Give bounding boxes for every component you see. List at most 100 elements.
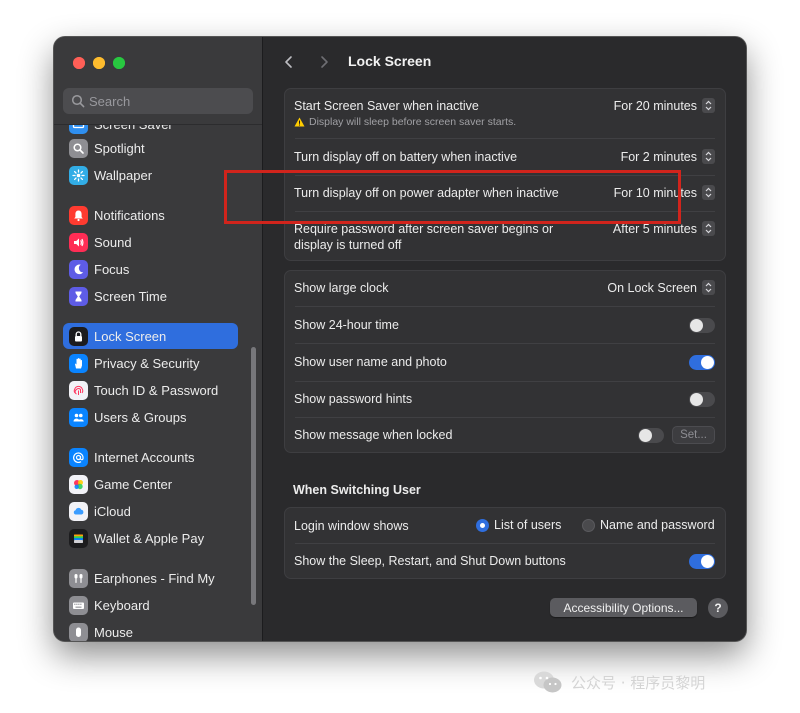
radio-button-selected[interactable]: [476, 518, 489, 532]
power-buttons-label: Show the Sleep, Restart, and Shut Down b…: [294, 554, 566, 568]
sidebar-item-game-center[interactable]: Game Center: [63, 471, 238, 497]
user-photo-row: Show user name and photo: [285, 344, 725, 381]
accessibility-options-button[interactable]: Accessibility Options...: [550, 598, 697, 617]
large-clock-popup[interactable]: On Lock Screen: [607, 280, 715, 295]
adapter-label: Turn display off on power adapter when i…: [294, 186, 559, 200]
user-photo-toggle[interactable]: [689, 355, 715, 370]
screen-saver-label: Start Screen Saver when inactive: [294, 99, 479, 113]
hour24-row: Show 24-hour time: [285, 307, 725, 343]
sidebar-item-label: Lock Screen: [94, 328, 167, 344]
sidebar-item-label: Game Center: [94, 476, 173, 492]
sidebar-list: Screen Saver Spotlight Wallpaper Notific…: [54, 37, 262, 641]
sidebar-item-screen-time[interactable]: Screen Time: [63, 283, 238, 309]
chevron-up-down-icon: [702, 149, 715, 164]
message-toggle[interactable]: [638, 428, 664, 443]
password-value: After 5 minutes: [612, 221, 697, 236]
moon-icon: [69, 259, 88, 279]
hints-toggle[interactable]: [689, 392, 715, 407]
password-label-line1: Require password after screen saver begi…: [294, 222, 554, 236]
sidebar-item-label: Keyboard: [94, 597, 150, 613]
zoom-window-button[interactable]: [113, 57, 125, 69]
wallpaper-icon: [69, 165, 88, 185]
sidebar-item-wallpaper[interactable]: Wallpaper: [63, 162, 238, 188]
hour24-toggle[interactable]: [689, 318, 715, 333]
chevron-up-down-icon: [702, 185, 715, 200]
sidebar-item-focus[interactable]: Focus: [63, 256, 238, 282]
password-row: Require password after screen saver begi…: [285, 212, 725, 261]
spotlight-icon: [69, 138, 88, 158]
sidebar-item-label: Earphones - Find My: [94, 570, 215, 586]
sidebar-item-mouse[interactable]: Mouse: [63, 619, 238, 641]
sidebar-item-label: Spotlight: [94, 140, 145, 156]
screen-saver-popup[interactable]: For 20 minutes: [614, 98, 715, 113]
battery-popup[interactable]: For 2 minutes: [621, 149, 715, 164]
sidebar-item-icloud[interactable]: iCloud: [63, 498, 238, 524]
toggle-knob: [639, 429, 652, 442]
set-message-button[interactable]: Set...: [672, 426, 715, 444]
password-popup[interactable]: After 5 minutes: [613, 221, 715, 236]
watermark: 公众号 · 程序员黎明: [533, 670, 705, 694]
message-label: Show message when locked: [294, 428, 453, 442]
sidebar-item-label: Privacy & Security: [94, 355, 200, 371]
users-icon: [69, 407, 88, 427]
sidebar-item-label: Screen Time: [94, 288, 167, 304]
login-window-label: Login window shows: [294, 519, 409, 533]
fingerprint-icon: [69, 380, 88, 400]
sidebar-item-label: Users & Groups: [94, 409, 187, 425]
watermark-text: 公众号 · 程序员黎明: [571, 673, 706, 692]
sidebar-item-label: Wallpaper: [94, 167, 153, 183]
sidebar-item-internet-accounts[interactable]: Internet Accounts: [63, 444, 238, 470]
sidebar-item-sound[interactable]: Sound: [63, 229, 238, 255]
back-button[interactable]: [278, 51, 300, 73]
sidebar-item-spotlight[interactable]: Spotlight: [63, 135, 238, 161]
settings-window: Screen Saver Spotlight Wallpaper Notific…: [54, 37, 746, 641]
sidebar-item-keyboard[interactable]: Keyboard: [63, 592, 238, 618]
keyboard-icon: [69, 595, 88, 615]
sidebar-item-users-groups[interactable]: Users & Groups: [63, 404, 238, 430]
hour24-label: Show 24-hour time: [294, 318, 399, 332]
sidebar-item-label: iCloud: [94, 503, 131, 519]
wallet-icon: [69, 528, 88, 548]
speaker-icon: [69, 232, 88, 252]
sidebar-item-label: Sound: [94, 234, 132, 250]
search-input[interactable]: [89, 88, 249, 114]
minimize-window-button[interactable]: [93, 57, 105, 69]
sidebar-scrollbar[interactable]: [251, 347, 256, 605]
radio-button[interactable]: [582, 518, 595, 532]
power-buttons-toggle[interactable]: [689, 554, 715, 569]
warning-icon: [294, 117, 305, 127]
radio-list-of-users[interactable]: List of users: [476, 518, 561, 532]
sidebar-item-earphones[interactable]: Earphones - Find My: [63, 565, 238, 591]
close-window-button[interactable]: [73, 57, 85, 69]
lock-screen-display-group: Show large clock On Lock Screen Show 24-…: [284, 270, 726, 453]
help-button[interactable]: ?: [708, 598, 728, 618]
sidebar-item-label: Focus: [94, 261, 130, 277]
adapter-popup[interactable]: For 10 minutes: [614, 185, 715, 200]
sidebar-item-wallet[interactable]: Wallet & Apple Pay: [63, 525, 238, 551]
mouse-icon: [69, 622, 88, 641]
search-field-overlay[interactable]: [63, 88, 253, 114]
sidebar-item-lock-screen[interactable]: Lock Screen: [63, 323, 238, 349]
chevron-up-down-icon: [702, 221, 715, 236]
toggle-knob: [690, 393, 703, 406]
bell-icon: [69, 205, 88, 225]
sidebar-item-label: Touch ID & Password: [94, 382, 219, 398]
sidebar-item-touch-id[interactable]: Touch ID & Password: [63, 377, 238, 403]
sidebar-item-privacy-security[interactable]: Privacy & Security: [63, 350, 238, 376]
main-panel: Lock Screen Start Screen Saver when inac…: [263, 37, 746, 641]
display-settings-group: Start Screen Saver when inactive Display…: [284, 88, 726, 261]
large-clock-row: Show large clock On Lock Screen: [285, 271, 725, 306]
chevron-left-icon: [285, 56, 292, 68]
sidebar-item-label: Internet Accounts: [94, 449, 195, 465]
wechat-logo-icon: [534, 671, 562, 693]
at-icon: [69, 447, 88, 467]
toggle-knob: [690, 319, 703, 332]
game-center-icon: [69, 474, 88, 494]
large-clock-label: Show large clock: [294, 281, 389, 295]
chevron-right-icon: [321, 56, 328, 68]
radio-name-and-password[interactable]: Name and password: [582, 518, 715, 532]
switching-user-group: Login window shows List of users Name an…: [284, 507, 726, 579]
password-label-line2: display is turned off: [294, 238, 402, 252]
forward-button[interactable]: [313, 51, 335, 73]
sidebar-item-notifications[interactable]: Notifications: [63, 202, 238, 228]
